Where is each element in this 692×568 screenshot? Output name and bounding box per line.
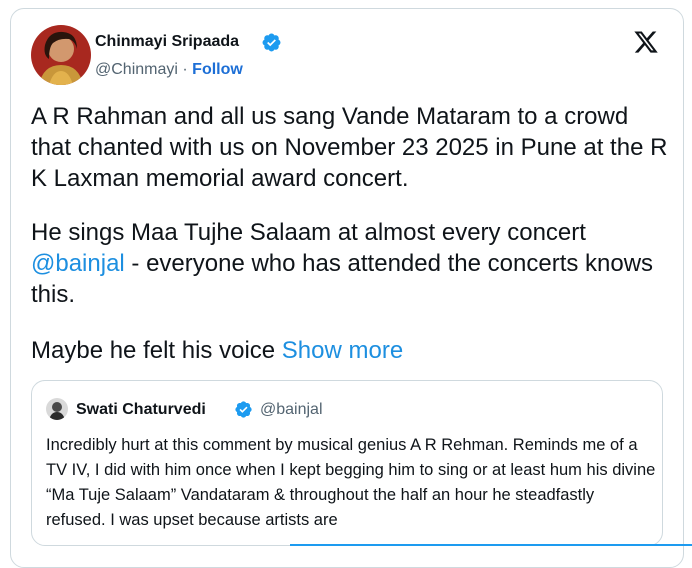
author-handle[interactable]: @Chinmayi — [95, 61, 178, 78]
tweet-paragraph-1: A R Rahman and all us sang Vande Mataram… — [31, 103, 668, 192]
tweet-card[interactable]: Chinmayi Sripaada @Chinmayi · Follow A R… — [10, 8, 684, 568]
quote-text: Incredibly hurt at this comment by music… — [46, 436, 656, 529]
quote-author-handle[interactable]: @bainjal — [260, 401, 323, 419]
show-more-link[interactable]: Show more — [282, 337, 403, 364]
author-name[interactable]: Chinmayi Sripaada — [95, 33, 239, 51]
tweet-paragraph-3-text: Maybe he felt his voice — [31, 337, 282, 364]
verified-badge-icon — [262, 33, 281, 52]
tweet-paragraph-2-end: - everyone who has attended the concerts… — [31, 250, 654, 308]
tweet-paragraph-2: He sings Maa Tujhe Salaam at almost ever… — [31, 217, 671, 310]
x-logo-icon[interactable] — [633, 29, 659, 55]
tweet-paragraph-2-start: He sings Maa Tujhe Salaam at almost ever… — [31, 219, 586, 246]
author-avatar[interactable] — [31, 25, 91, 85]
quoted-tweet[interactable]: Swati Chaturvedi @bainjal Incredibly hur… — [31, 380, 663, 546]
verified-badge-icon — [235, 401, 252, 418]
author-handle-row: @Chinmayi · Follow — [95, 61, 243, 79]
mention-link[interactable]: @bainjal — [31, 250, 125, 277]
quote-author-avatar[interactable] — [46, 398, 68, 420]
tweet-paragraph-3: Maybe he felt his voice Show more — [31, 335, 671, 366]
follow-button[interactable]: Follow — [192, 61, 243, 78]
quote-author-name[interactable]: Swati Chaturvedi — [76, 401, 206, 419]
separator: · — [182, 61, 188, 78]
